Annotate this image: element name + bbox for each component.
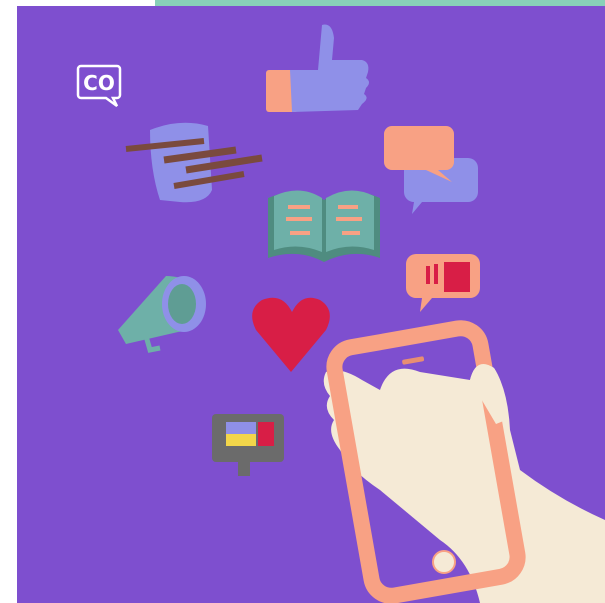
paper-craft-social-media-illustration: CO	[0, 0, 605, 603]
top-banner-strip	[155, 0, 605, 6]
open-book-icon	[268, 190, 380, 262]
logo-text: CO	[83, 71, 115, 95]
